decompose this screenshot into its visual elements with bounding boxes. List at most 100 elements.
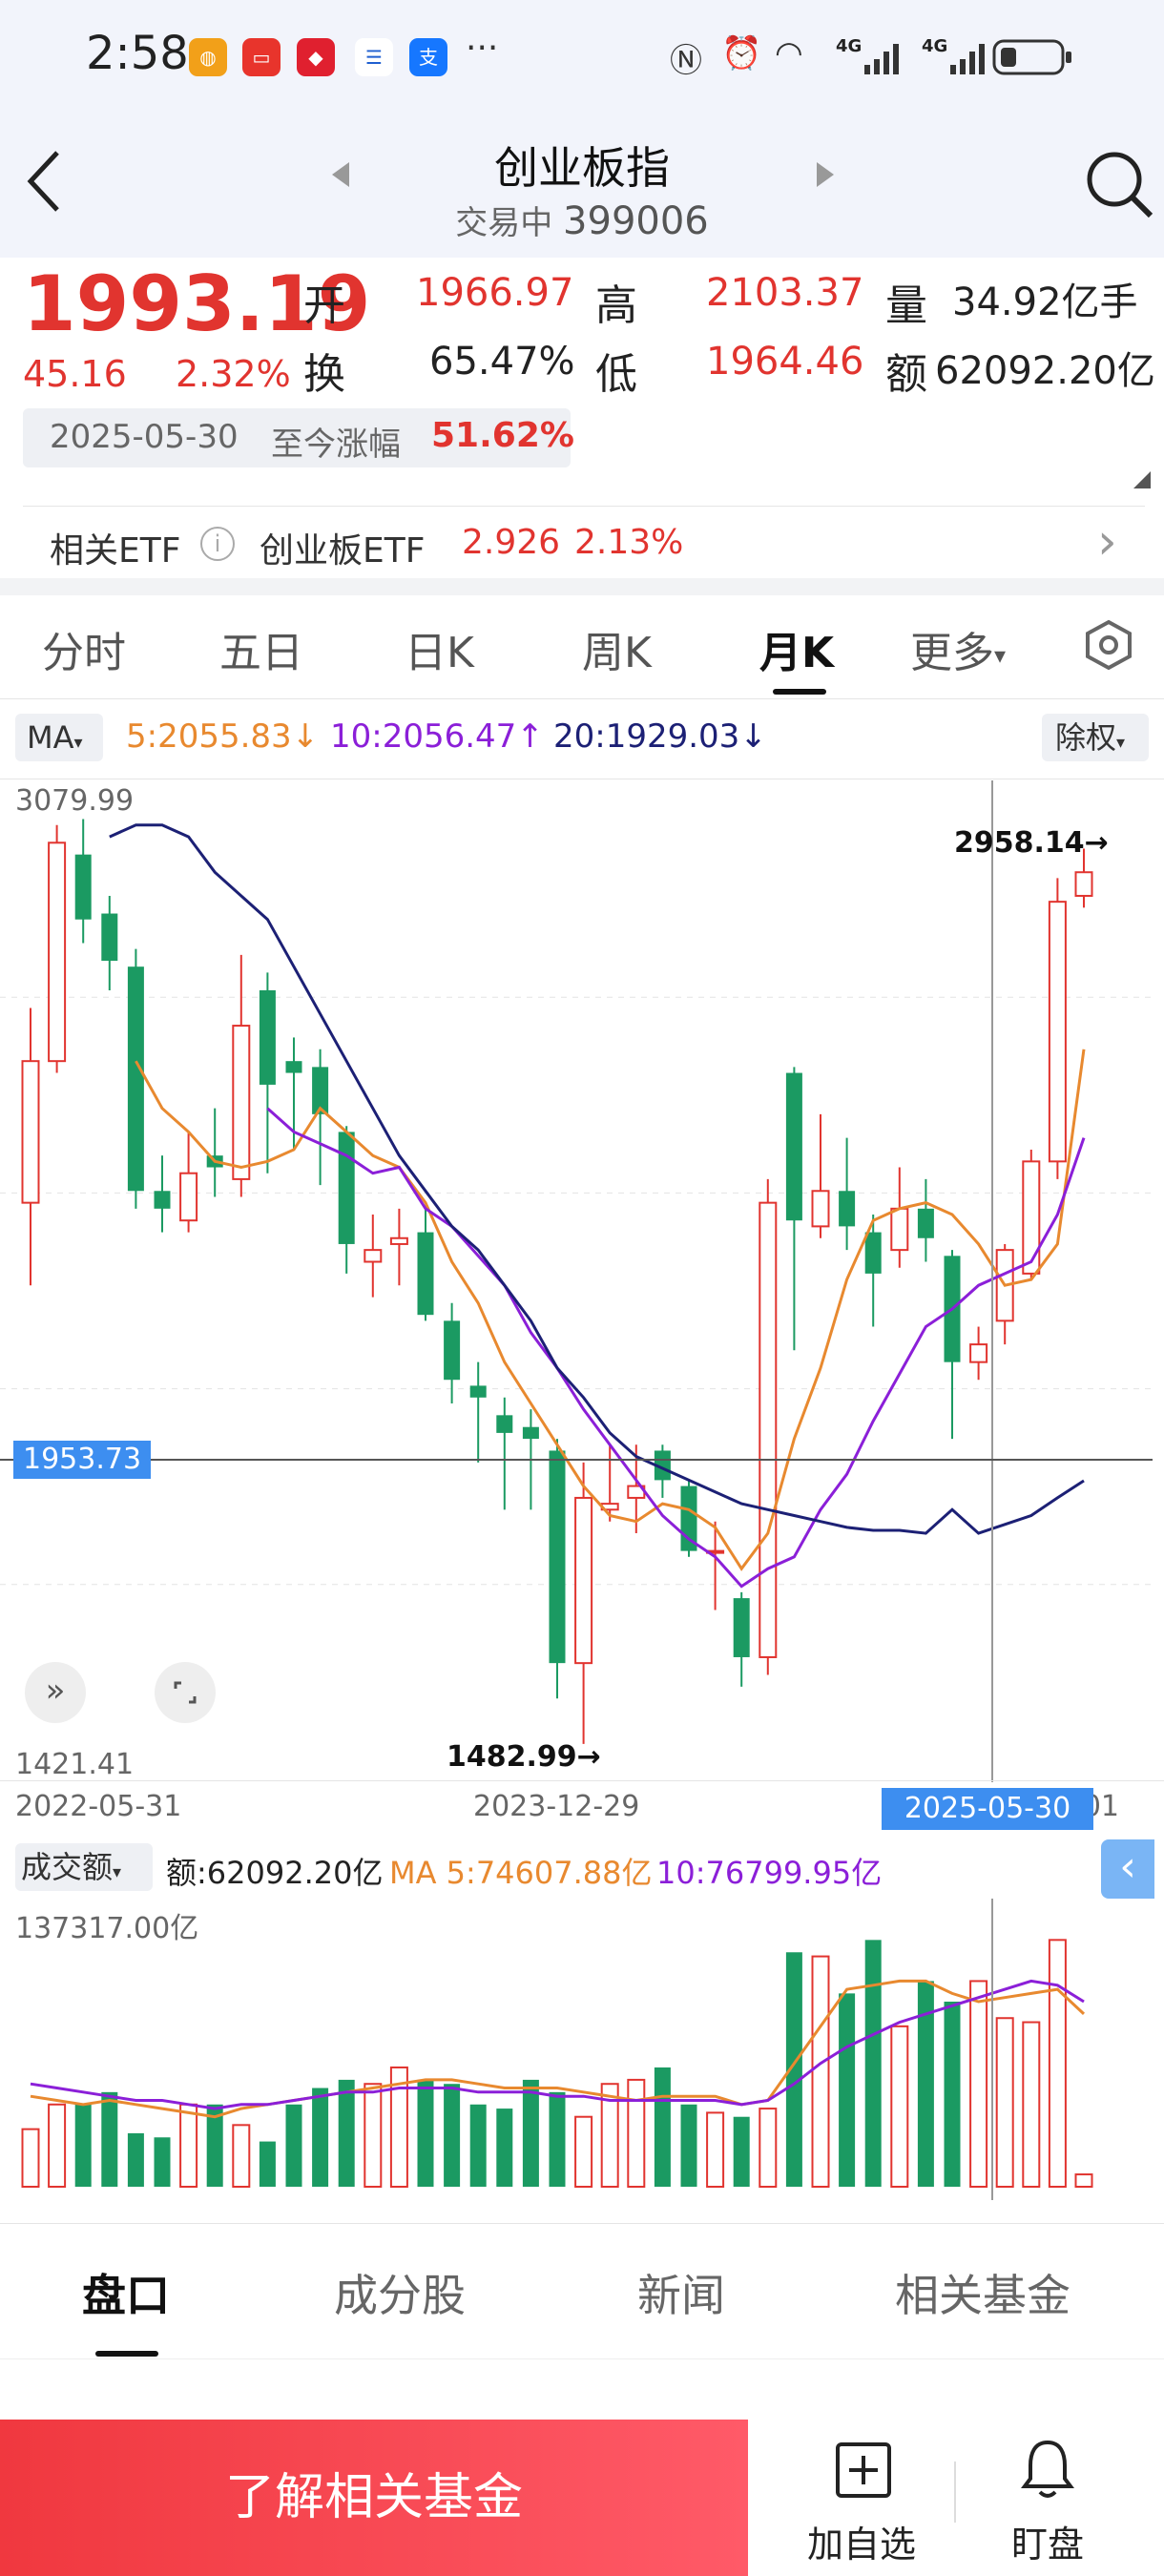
since-pct: 51.62%: [431, 416, 574, 455]
ma-line-ma10: [266, 1107, 1086, 1589]
volume-ma5: MA 5:74607.88亿: [389, 1855, 653, 1891]
tab-news[interactable]: 新闻: [637, 2261, 725, 2324]
alarm-icon: ⏰: [721, 34, 762, 73]
volume-bar: [706, 2111, 725, 2189]
candle-body: [811, 1190, 830, 1228]
open-value: 1966.97: [416, 271, 574, 315]
chart-settings-icon[interactable]: [1082, 618, 1135, 675]
candle-body: [1074, 871, 1093, 897]
tab-daily-k[interactable]: 日K: [405, 618, 474, 679]
candle-body: [890, 1207, 909, 1252]
volume-bar: [259, 2141, 276, 2187]
candle-body: [417, 1232, 434, 1316]
add-watchlist-label[interactable]: 加自选: [807, 2515, 916, 2567]
bottom-tab-indicator: [95, 2351, 158, 2357]
candle-body: [469, 1385, 487, 1398]
divider: [0, 2358, 1164, 2359]
volume-bar: [811, 1955, 830, 2188]
price-change-pct: 2.32%: [176, 353, 291, 395]
kline-chart[interactable]: [0, 780, 1164, 1794]
volume-bar: [759, 2108, 778, 2188]
volume-bar: [312, 2088, 329, 2187]
collapse-panel-icon[interactable]: ‹: [1101, 1839, 1154, 1899]
screen: { "status_bar": { "time": "2:58", "more"…: [0, 0, 1164, 2576]
volume-bar: [1048, 1939, 1067, 2188]
candle-body: [785, 1072, 802, 1221]
tab-indicator: [773, 689, 826, 695]
watch-label[interactable]: 盯盘: [1011, 2515, 1084, 2567]
fullscreen-icon[interactable]: [155, 1662, 216, 1723]
status-text: 交易中: [455, 204, 553, 242]
candle-body: [338, 1132, 355, 1244]
etf-arrow-icon[interactable]: ›: [1097, 513, 1117, 571]
date-label-middle: 2023-12-29: [473, 1790, 640, 1823]
tab-monthly-k[interactable]: 月K: [759, 618, 834, 679]
candle-body: [364, 1249, 383, 1263]
ma10-arrow: ↑: [516, 717, 544, 756]
volume-selector-label: 成交额: [21, 1849, 114, 1885]
bank-icon: ☰: [355, 38, 393, 76]
dropdown-icon: ▾: [1116, 733, 1126, 753]
amount-label: 额: [885, 350, 927, 399]
add-watchlist-icon[interactable]: [834, 2441, 893, 2503]
divider: [0, 1780, 1164, 1781]
tab-related-funds[interactable]: 相关基金: [895, 2261, 1070, 2324]
candle-body: [496, 1415, 513, 1433]
volume-bar: [127, 2132, 144, 2187]
volume-bar: [74, 2104, 92, 2187]
since-label: 至今涨幅: [271, 426, 401, 464]
candle-body: [285, 1061, 302, 1073]
bell-icon[interactable]: [1019, 2437, 1076, 2507]
more-notifications-icon: ···: [466, 29, 499, 68]
open-label: 开: [303, 281, 345, 330]
volume-bar: [1022, 2021, 1041, 2188]
search-icon[interactable]: [1084, 149, 1154, 223]
volume-bar: [733, 2116, 750, 2187]
volume-selector[interactable]: 成交额▾: [15, 1843, 153, 1891]
candle-body: [574, 1496, 593, 1665]
candle-body: [1048, 901, 1067, 1163]
volume-chart[interactable]: [0, 1899, 1164, 2213]
candle-body: [444, 1320, 461, 1381]
tab-more-arrow-icon: ▾: [994, 642, 1007, 669]
etf-pct: 2.13%: [574, 523, 684, 562]
tab-more[interactable]: 更多▾: [910, 618, 1006, 679]
etf-name[interactable]: 创业板ETF: [260, 523, 425, 572]
battery-icon: [992, 38, 1074, 80]
candles: [21, 819, 1093, 1744]
candle-body: [839, 1191, 856, 1227]
low-value: 1964.46: [706, 340, 864, 384]
page-title: 创业板指: [494, 142, 670, 194]
info-icon[interactable]: i: [200, 527, 235, 561]
ma20-value: 20:1929.03↓: [553, 717, 767, 756]
volume-bar: [549, 2091, 566, 2187]
volume-bar: [444, 2084, 461, 2187]
ma5-text: 5:2055.83: [126, 717, 292, 756]
divider: [0, 2223, 1164, 2224]
chart-max-axis: 3079.99: [15, 784, 135, 818]
ma-selector[interactable]: MA▾: [15, 714, 103, 761]
candle-body: [101, 913, 118, 962]
volume-value: 34.92亿手: [952, 280, 1138, 324]
candle-body: [232, 1025, 251, 1180]
tab-weekly-k[interactable]: 周K: [582, 618, 652, 679]
volume-bar: [179, 2103, 198, 2188]
volume-bar: [944, 2001, 961, 2187]
fast-forward-icon[interactable]: »: [25, 1662, 86, 1723]
candle-body: [733, 1598, 750, 1657]
expand-corner-icon[interactable]: [1132, 469, 1153, 494]
candle-body: [48, 841, 67, 1063]
tab-intraday[interactable]: 分时: [42, 618, 126, 679]
tab-constituents[interactable]: 成分股: [334, 2261, 466, 2324]
adjust-selector[interactable]: 除权▾: [1042, 714, 1149, 761]
volume-bar: [21, 2128, 40, 2189]
tab-five-day[interactable]: 五日: [219, 618, 303, 679]
status-time: 2:58: [86, 27, 189, 80]
volume-bar: [864, 1940, 882, 2187]
learn-funds-button[interactable]: 了解相关基金: [0, 2420, 748, 2576]
volume-bar: [154, 2137, 171, 2187]
tab-orderbook[interactable]: 盘口: [82, 2261, 170, 2324]
volume-amount: 额:62092.20亿: [166, 1855, 384, 1891]
volume-bars: [21, 1939, 1093, 2189]
volume-bar: [627, 2078, 646, 2188]
